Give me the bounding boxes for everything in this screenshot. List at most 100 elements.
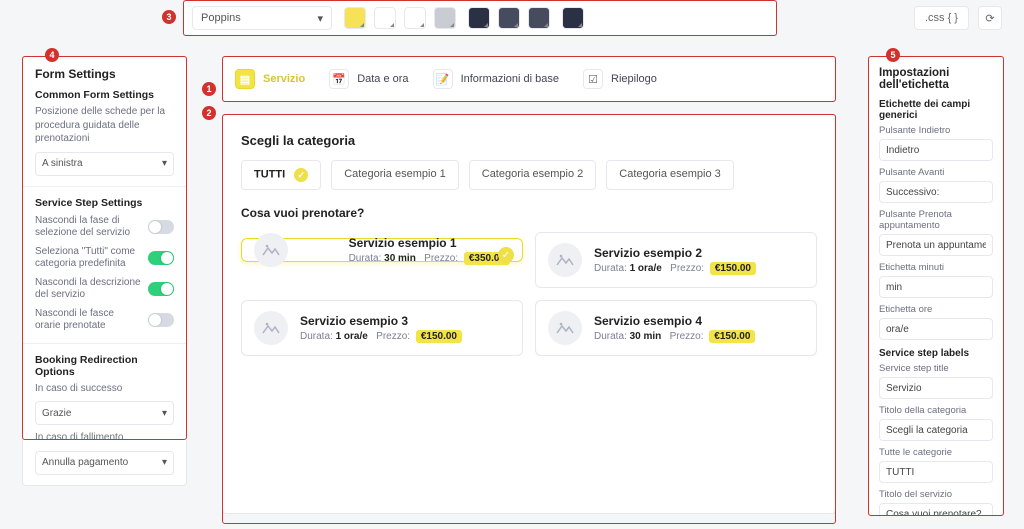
refresh-button[interactable]: ⟳: [978, 6, 1002, 30]
color-swatch[interactable]: [468, 7, 490, 29]
font-select[interactable]: Poppins ▾: [192, 6, 332, 30]
service-title: Servizio esempio 2: [594, 246, 756, 260]
success-value: Grazie: [42, 408, 71, 419]
category-tab[interactable]: Categoria esempio 3 ✓: [606, 160, 734, 190]
field-label: Etichetta minuti: [879, 262, 993, 273]
toggle-label: Nascondi la fase di selezione del serviz…: [35, 215, 142, 240]
field-input[interactable]: [879, 318, 993, 340]
toggle-label: Nascondi la descrizione del servizio: [35, 277, 142, 302]
wizard-step[interactable]: 📝 Informazioni di base: [433, 69, 559, 89]
wizard-step[interactable]: ☑ Riepilogo: [583, 69, 657, 89]
preview-area: ▤ Servizio 📅 Data e ora 📝 Informazioni d…: [222, 56, 836, 514]
tabs-position-value: A sinistra: [42, 158, 83, 169]
form-settings-panel: Form Settings Common Form Settings Posiz…: [22, 56, 187, 486]
wizard-steps: ▤ Servizio 📅 Data e ora 📝 Informazioni d…: [222, 56, 836, 102]
generic-heading: Etichette dei campi generici: [879, 99, 993, 121]
redirect-heading: Booking Redirection Options: [35, 354, 174, 378]
color-swatch[interactable]: [528, 7, 550, 29]
service-title: Servizio esempio 3: [300, 314, 462, 328]
step-labels-heading: Service step labels: [879, 348, 993, 359]
service-title: Servizio esempio 4: [594, 314, 755, 328]
field-label: Pulsante Avanti: [879, 167, 993, 178]
toggle-switch[interactable]: [148, 282, 174, 296]
field-input[interactable]: [879, 461, 993, 483]
service-card[interactable]: Servizio esempio 3 Durata: 1 ora/e Prezz…: [241, 300, 523, 356]
color-swatch[interactable]: [404, 7, 426, 29]
field-input[interactable]: [879, 276, 993, 298]
category-tab[interactable]: Categoria esempio 2 ✓: [469, 160, 597, 190]
wizard-step[interactable]: 📅 Data e ora: [329, 69, 408, 89]
refresh-icon: ⟳: [985, 12, 994, 25]
toggle-label: Seleziona "Tutti" come categoria predefi…: [35, 246, 142, 271]
setting-toggle-row: Nascondi la descrizione del servizio: [35, 277, 174, 302]
tabs-position-label: Posizione delle schede per la procedura …: [35, 105, 174, 146]
fail-select[interactable]: Annulla pagamento ▾: [35, 451, 174, 475]
service-heading: Cosa vuoi prenotare?: [241, 206, 817, 220]
chevron-down-icon: ▾: [317, 12, 323, 25]
price-badge: €150.00: [709, 330, 755, 343]
step-label: Informazioni di base: [461, 73, 559, 85]
field-input[interactable]: [879, 181, 993, 203]
color-swatch[interactable]: [562, 7, 584, 29]
service-card[interactable]: Servizio esempio 1 Durata: 30 min Prezzo…: [241, 238, 523, 262]
toggle-switch[interactable]: [148, 220, 174, 234]
field-label: Service step title: [879, 363, 993, 374]
image-placeholder-icon: [254, 311, 288, 345]
service-meta: Durata: 1 ora/e Prezzo: €150.00: [300, 331, 462, 342]
design-topbar: Poppins ▾: [183, 0, 777, 36]
step-icon: ☑: [583, 69, 603, 89]
field-input[interactable]: [879, 234, 993, 256]
color-swatch[interactable]: [498, 7, 520, 29]
image-placeholder-icon: [254, 233, 288, 267]
check-icon: ✓: [498, 247, 514, 263]
service-meta: Durata: 30 min Prezzo: €350.00: [349, 253, 510, 264]
service-card[interactable]: Servizio esempio 2 Durata: 1 ora/e Prezz…: [535, 232, 817, 288]
color-swatch[interactable]: [434, 7, 456, 29]
label-field: Tutte le categorie: [879, 447, 993, 483]
label-field: Etichetta ore: [879, 304, 993, 340]
field-input[interactable]: [879, 377, 993, 399]
fail-value: Annulla pagamento: [42, 457, 128, 468]
service-list: Servizio esempio 1 Durata: 30 min Prezzo…: [241, 232, 817, 356]
step-label: Data e ora: [357, 73, 408, 85]
wizard-step[interactable]: ▤ Servizio: [235, 69, 305, 89]
panel-title: Form Settings: [35, 67, 174, 81]
step-icon: 📅: [329, 69, 349, 89]
step-label: Riepilogo: [611, 73, 657, 85]
category-tab[interactable]: Categoria esempio 1 ✓: [331, 160, 459, 190]
tabs-position-select[interactable]: A sinistra ▾: [35, 152, 174, 176]
label-settings-panel: Impostazioni dell'etichetta Etichette de…: [868, 56, 1004, 516]
chevron-down-icon: ▾: [162, 457, 167, 468]
callout-badge-3: 3: [162, 10, 176, 24]
service-meta: Durata: 30 min Prezzo: €150.00: [594, 331, 755, 342]
category-heading: Scegli la categoria: [241, 133, 817, 148]
field-input[interactable]: [879, 503, 993, 516]
color-swatch[interactable]: [374, 7, 396, 29]
check-icon: ✓: [294, 168, 308, 182]
common-heading: Common Form Settings: [35, 89, 174, 101]
step-label: Servizio: [263, 73, 305, 85]
service-card[interactable]: Servizio esempio 4 Durata: 30 min Prezzo…: [535, 300, 817, 356]
price-badge: €150.00: [416, 330, 462, 343]
success-label: In caso di successo: [35, 382, 174, 396]
label-field: Titolo della categoria: [879, 405, 993, 441]
color-swatch[interactable]: [344, 7, 366, 29]
category-label: Categoria esempio 3: [619, 168, 721, 180]
category-list: TUTTI ✓ Categoria esempio 1 ✓ Categoria …: [241, 160, 817, 190]
category-tab[interactable]: TUTTI ✓: [241, 160, 321, 190]
css-button[interactable]: .css { }: [914, 6, 969, 30]
service-title: Servizio esempio 1: [349, 236, 510, 250]
setting-toggle-row: Seleziona "Tutti" come categoria predefi…: [35, 246, 174, 271]
label-field: Pulsante Indietro: [879, 125, 993, 161]
field-input[interactable]: [879, 139, 993, 161]
field-input[interactable]: [879, 419, 993, 441]
panel-title: Impostazioni dell'etichetta: [879, 67, 993, 91]
service-step-heading: Service Step Settings: [35, 197, 174, 209]
toggle-switch[interactable]: [148, 313, 174, 327]
callout-badge-2: 2: [202, 106, 216, 120]
step-icon: ▤: [235, 69, 255, 89]
toggle-switch[interactable]: [148, 251, 174, 265]
success-select[interactable]: Grazie▾: [35, 401, 174, 425]
label-field: Pulsante Avanti: [879, 167, 993, 203]
label-field: Titolo del servizio: [879, 489, 993, 516]
